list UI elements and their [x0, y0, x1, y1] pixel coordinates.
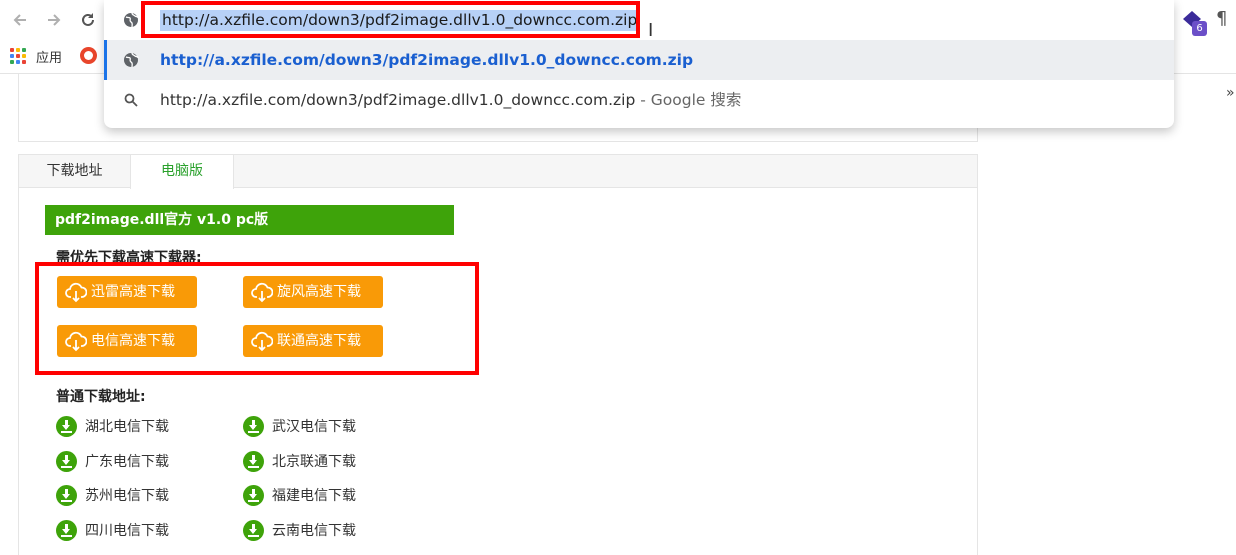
reload-icon [82, 13, 94, 26]
download-link-sichuan-telecom[interactable]: 四川电信下载 [56, 520, 169, 542]
suggestion-text: http://a.xzfile.com/down3/pdf2image.dllv… [160, 90, 741, 110]
highlight-box-url [141, 1, 640, 38]
link-label: 四川电信下载 [85, 523, 169, 539]
apps-grid-icon[interactable] [10, 48, 26, 64]
link-label: 广东电信下载 [85, 454, 169, 470]
download-circle-icon [56, 520, 77, 541]
search-icon [124, 93, 138, 107]
suggestion-query: http://a.xzfile.com/down3/pdf2image.dllv… [160, 91, 636, 109]
download-circle-icon [56, 451, 77, 472]
paragraph-extension-icon[interactable]: ¶ [1216, 8, 1227, 29]
reload-button[interactable] [76, 8, 100, 32]
suggestion-text: http://a.xzfile.com/down3/pdf2image.dllv… [160, 51, 694, 69]
text-cursor-icon: I [648, 20, 654, 41]
link-label: 北京联通下载 [272, 454, 356, 470]
extension-badge-count: 6 [1192, 21, 1207, 36]
suggestion-suffix: - Google 搜索 [635, 91, 742, 109]
download-link-beijing-unicom[interactable]: 北京联通下载 [243, 451, 356, 473]
download-link-fujian-telecom[interactable]: 福建电信下载 [243, 485, 356, 507]
bookmarks-overflow-icon[interactable]: » [1226, 85, 1235, 101]
download-link-yunnan-telecom[interactable]: 云南电信下载 [243, 520, 356, 542]
tab-pc-version[interactable]: 电脑版 [130, 155, 234, 189]
download-circle-icon [243, 451, 264, 472]
download-link-suzhou-telecom[interactable]: 苏州电信下载 [56, 485, 169, 507]
download-link-guangdong-telecom[interactable]: 广东电信下载 [56, 451, 169, 473]
product-title: pdf2image.dll官方 v1.0 pc版 [45, 205, 454, 235]
link-label: 湖北电信下载 [85, 419, 169, 435]
download-circle-icon [243, 416, 264, 437]
globe-icon [124, 12, 139, 28]
highlight-box-fast-buttons [35, 262, 479, 375]
tab-download-address[interactable]: 下载地址 [19, 155, 130, 188]
forward-arrow-icon [48, 14, 61, 26]
extension-button[interactable]: 6 [1182, 10, 1207, 36]
normal-download-label: 普通下载地址: [56, 389, 146, 405]
globe-icon [124, 52, 139, 68]
download-circle-icon [56, 485, 77, 506]
link-label: 武汉电信下载 [272, 419, 356, 435]
download-circle-icon [56, 416, 77, 437]
bookmark-favicon-icon[interactable] [80, 47, 97, 64]
back-arrow-icon [13, 14, 26, 26]
suggestion-url[interactable]: http://a.xzfile.com/down3/pdf2image.dllv… [104, 40, 1174, 80]
download-link-hubei-telecom[interactable]: 湖北电信下载 [56, 416, 169, 438]
link-label: 福建电信下载 [272, 488, 356, 504]
forward-button[interactable] [42, 8, 66, 32]
back-button[interactable] [8, 8, 32, 32]
tab-bar: 下载地址 电脑版 [19, 155, 977, 189]
link-label: 云南电信下载 [272, 523, 356, 539]
link-label: 苏州电信下载 [85, 488, 169, 504]
apps-bookmark-label[interactable]: 应用 [36, 47, 62, 66]
download-circle-icon [243, 485, 264, 506]
download-link-wuhan-telecom[interactable]: 武汉电信下载 [243, 416, 356, 438]
download-circle-icon [243, 520, 264, 541]
suggestion-google-search[interactable]: http://a.xzfile.com/down3/pdf2image.dllv… [104, 80, 1174, 120]
